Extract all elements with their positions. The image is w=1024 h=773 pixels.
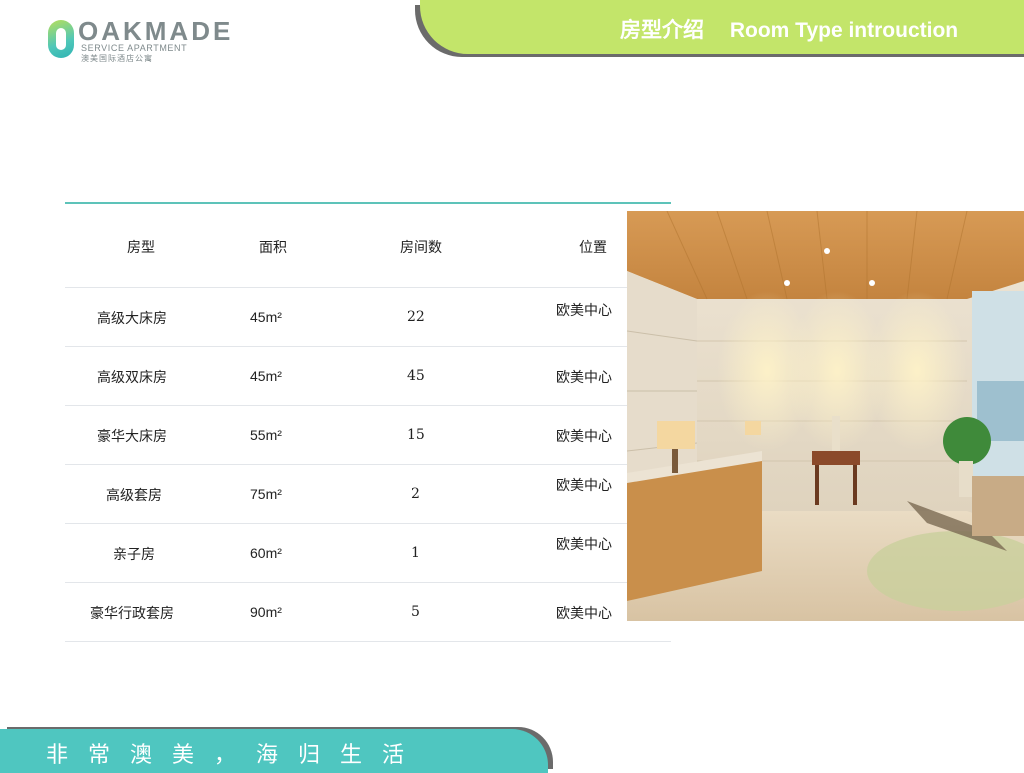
cell-location: 欧美中心	[556, 537, 612, 553]
cell-location: 欧美中心	[556, 303, 612, 319]
table-row: 亲子房 60m² 1 欧美中心	[65, 524, 671, 583]
page-title-cn: 房型介绍	[620, 19, 704, 42]
cell-room-count: 2	[411, 486, 420, 502]
table-row: 高级大床房 45m² 22 欧美中心	[65, 288, 671, 347]
page-title-en: Room Type introuction	[729, 19, 959, 42]
header-banner: 房型介绍 Room Type introuction	[420, 0, 1024, 54]
cell-area: 55m²	[250, 427, 282, 443]
cell-room-type: 豪华行政套房	[90, 606, 174, 622]
logo-chinese-name: 澳美国际酒店公寓	[81, 54, 153, 63]
header-area: 面积	[259, 240, 287, 256]
cell-area: 45m²	[250, 309, 282, 325]
cell-area: 45m²	[250, 368, 282, 384]
cell-area: 60m²	[250, 545, 282, 561]
table-header-row: 房型 面积 房间数 位置	[65, 204, 671, 288]
cell-room-count: 1	[411, 545, 420, 561]
table-row: 高级套房 75m² 2 欧美中心	[65, 465, 671, 524]
table-row: 豪华行政套房 90m² 5 欧美中心	[65, 583, 671, 642]
header-location: 位置	[579, 240, 607, 256]
logo-subtitle: SERVICE APARTMENT	[81, 43, 188, 53]
table-row: 豪华大床房 55m² 15 欧美中心	[65, 406, 671, 465]
logo-wordmark: OAKMADE	[78, 16, 234, 46]
lobby-photo	[627, 211, 1024, 621]
table-row: 高级双床房 45m² 45 欧美中心	[65, 347, 671, 406]
footer-banner: 非常澳美，海归生活	[0, 729, 548, 773]
cell-room-type: 高级大床房	[97, 311, 167, 327]
cell-location: 欧美中心	[556, 370, 612, 386]
cell-location: 欧美中心	[556, 606, 612, 622]
cell-room-count: 45	[407, 368, 425, 384]
cell-room-type: 高级套房	[106, 488, 162, 504]
cell-room-count: 5	[411, 604, 420, 620]
header-room-type: 房型	[127, 240, 155, 256]
cell-room-type: 高级双床房	[97, 370, 167, 386]
cell-location: 欧美中心	[556, 478, 612, 494]
logo-mark-icon	[48, 20, 74, 58]
footer-slogan: 非常澳美，海归生活	[46, 743, 425, 768]
cell-room-count: 22	[407, 309, 425, 325]
brand-logo: OAKMADE SERVICE APARTMENT 澳美国际酒店公寓	[48, 16, 230, 70]
cell-room-count: 15	[407, 427, 425, 443]
cell-room-type: 豪华大床房	[97, 429, 167, 445]
cell-location: 欧美中心	[556, 429, 612, 445]
page-title: 房型介绍 Room Type introuction	[620, 14, 958, 44]
cell-room-type: 亲子房	[113, 547, 155, 563]
room-type-table: 房型 面积 房间数 位置 高级大床房 45m² 22 欧美中心 高级双床房 45…	[65, 204, 671, 642]
cell-area: 90m²	[250, 604, 282, 620]
cell-area: 75m²	[250, 486, 282, 502]
header-room-count: 房间数	[400, 240, 442, 256]
lobby-illustration	[627, 211, 1024, 621]
